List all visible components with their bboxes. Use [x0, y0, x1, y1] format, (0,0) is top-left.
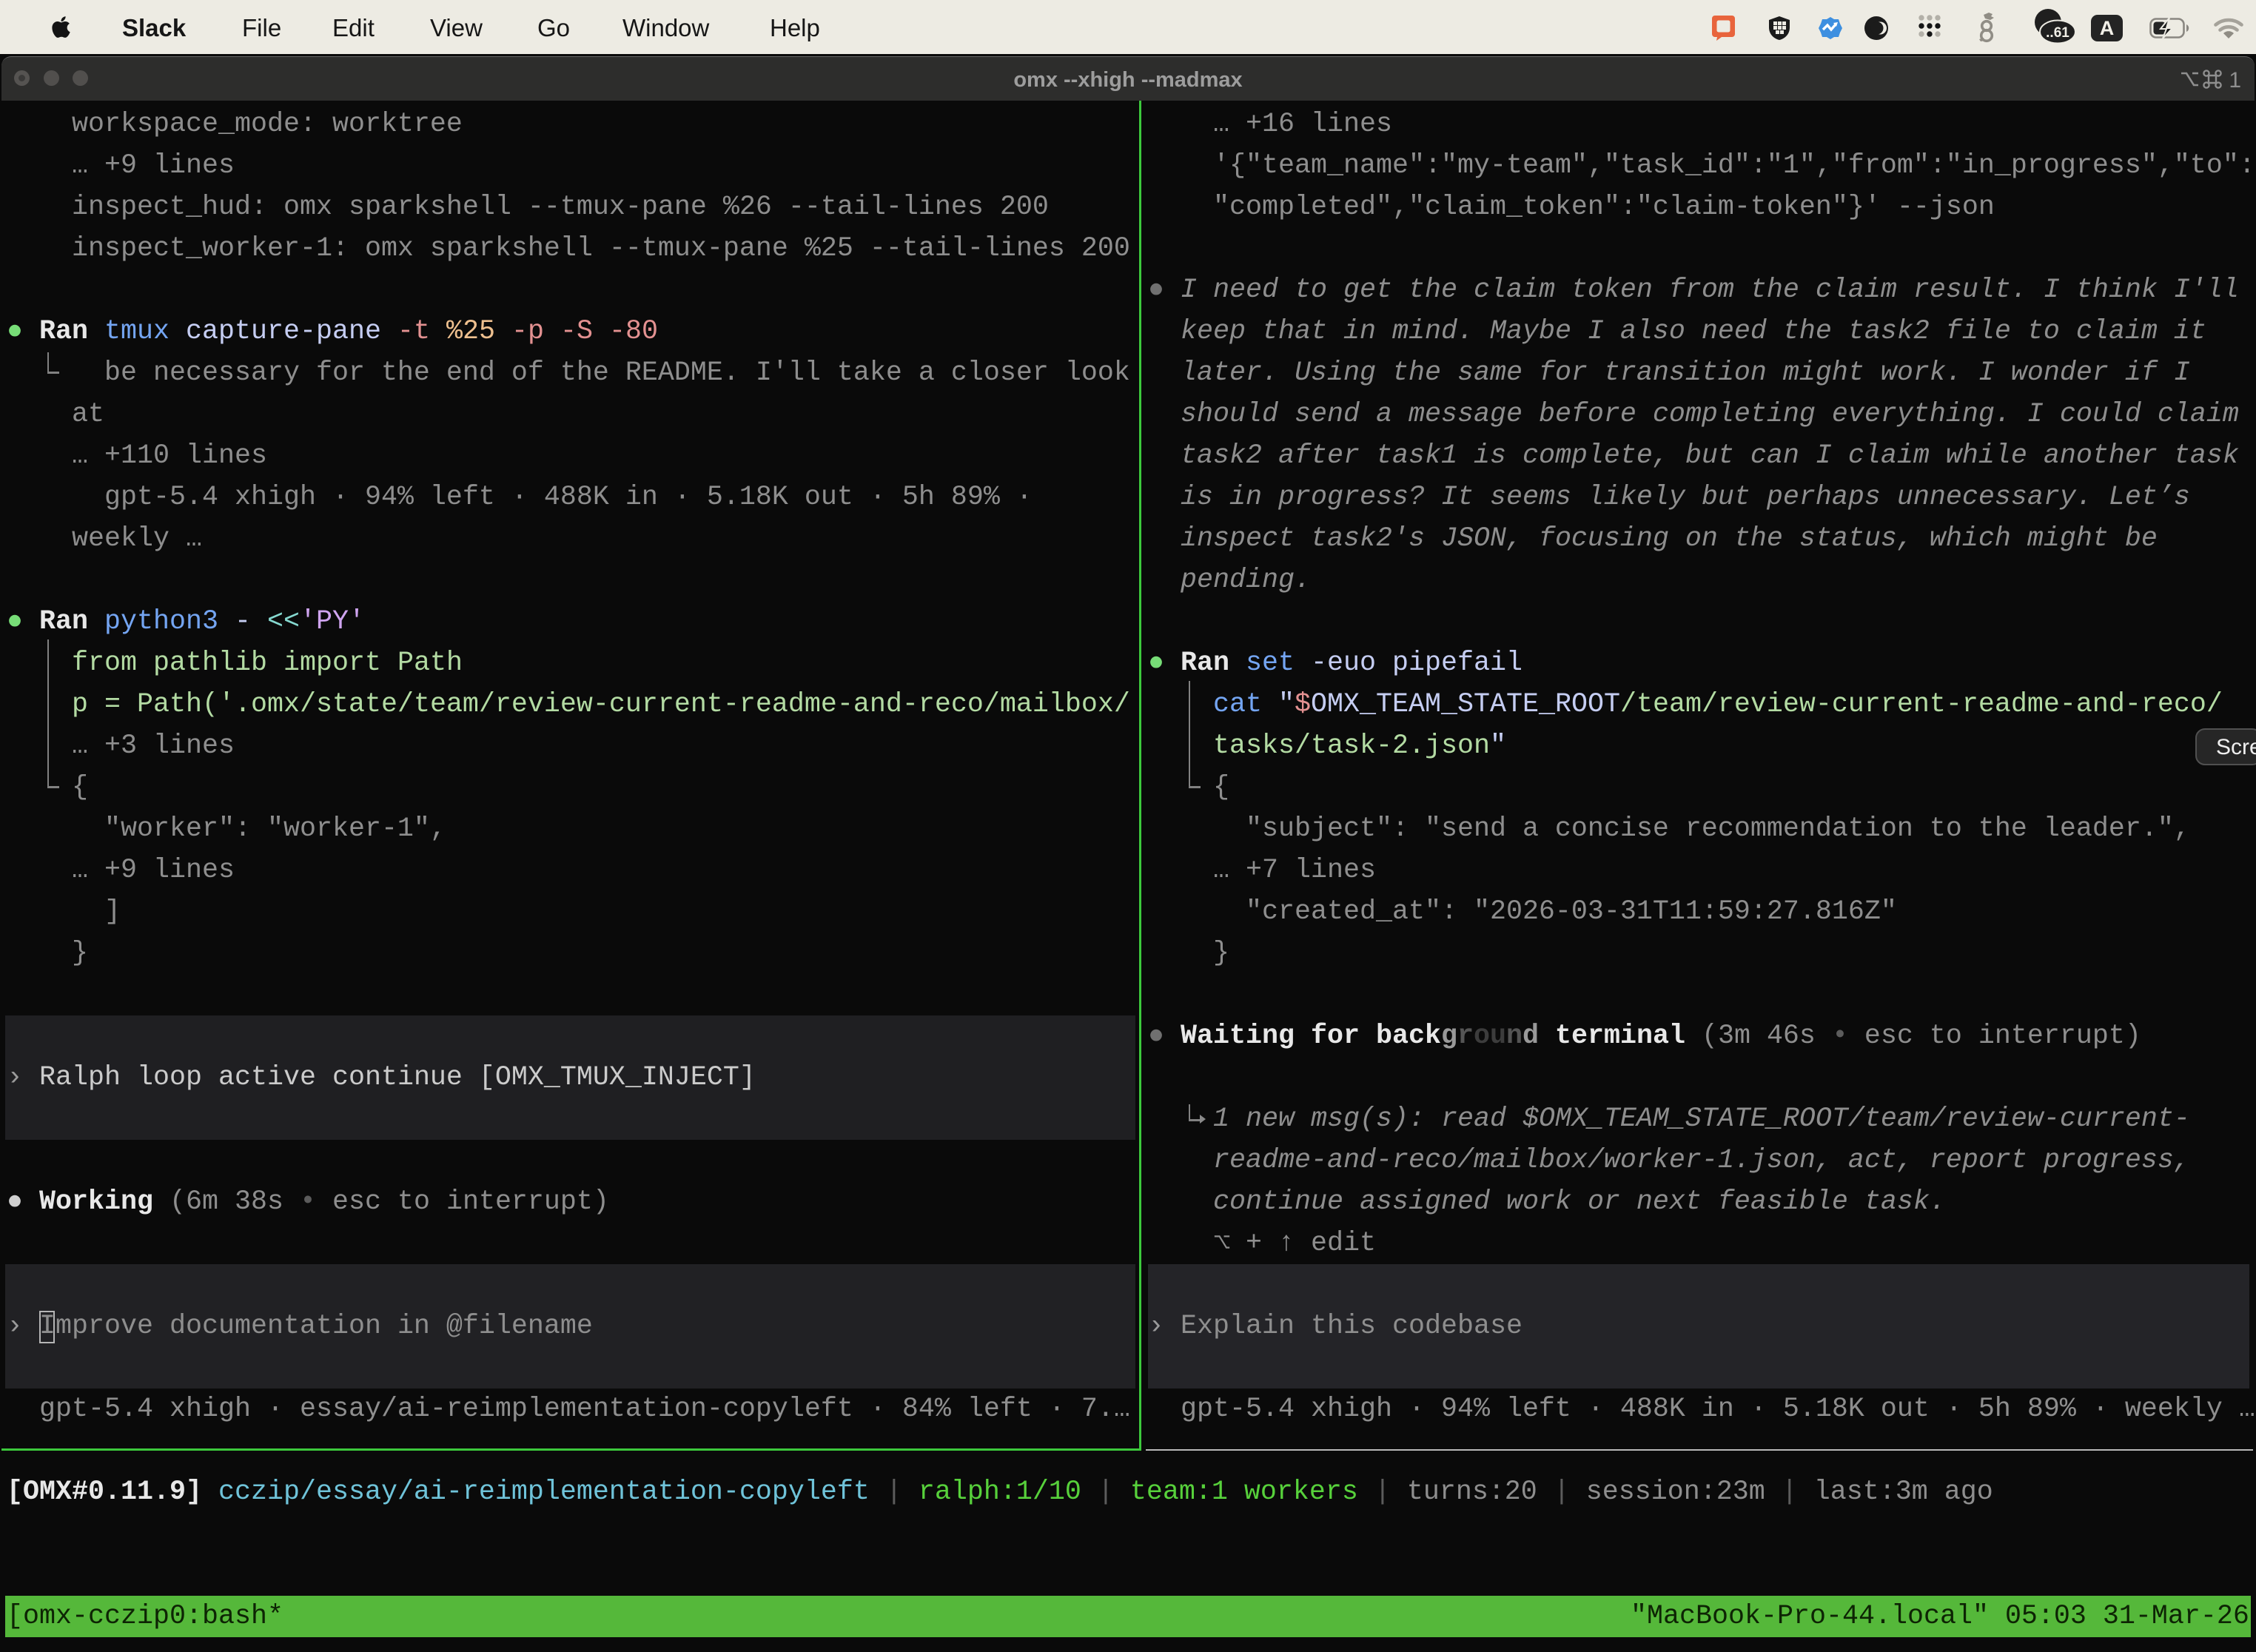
svg-text:..61: ..61 [2046, 25, 2069, 41]
